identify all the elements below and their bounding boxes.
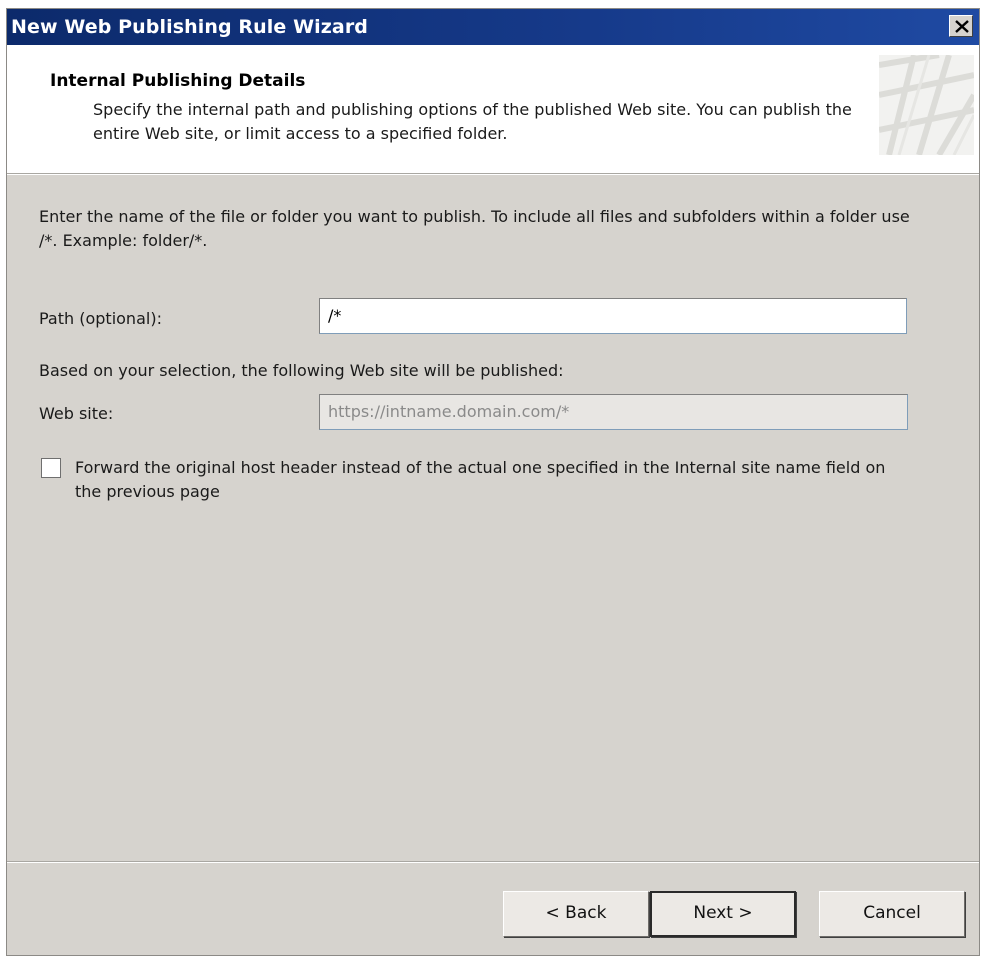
back-button[interactable]: < Back bbox=[503, 891, 649, 937]
website-label: Web site: bbox=[39, 404, 114, 423]
next-button[interactable]: Next > bbox=[650, 891, 796, 937]
page-description: Specify the internal path and publishing… bbox=[93, 100, 852, 143]
window-title: New Web Publishing Rule Wizard bbox=[11, 16, 368, 38]
instructions-text: Enter the name of the file or folder you… bbox=[39, 207, 910, 250]
close-button[interactable] bbox=[949, 15, 973, 37]
button-divider bbox=[7, 861, 979, 863]
wizard-header: Internal Publishing Details Specify the … bbox=[7, 45, 979, 174]
based-on-text: Based on your selection, the following W… bbox=[39, 361, 564, 380]
cancel-button[interactable]: Cancel bbox=[819, 891, 965, 937]
forward-host-header-label[interactable]: Forward the original host header instead… bbox=[75, 456, 915, 504]
header-divider bbox=[7, 174, 979, 175]
close-icon bbox=[955, 20, 969, 33]
wizard-window: New Web Publishing Rule Wizard Internal … bbox=[6, 8, 980, 956]
page-title: Internal Publishing Details bbox=[50, 71, 306, 91]
website-field: https://intname.domain.com/* bbox=[319, 394, 908, 430]
wizard-graphic-icon bbox=[879, 55, 974, 155]
path-label: Path (optional): bbox=[39, 309, 162, 328]
title-bar[interactable]: New Web Publishing Rule Wizard bbox=[7, 9, 979, 45]
forward-host-header-checkbox[interactable] bbox=[41, 458, 61, 478]
path-input[interactable]: /* bbox=[319, 298, 907, 334]
